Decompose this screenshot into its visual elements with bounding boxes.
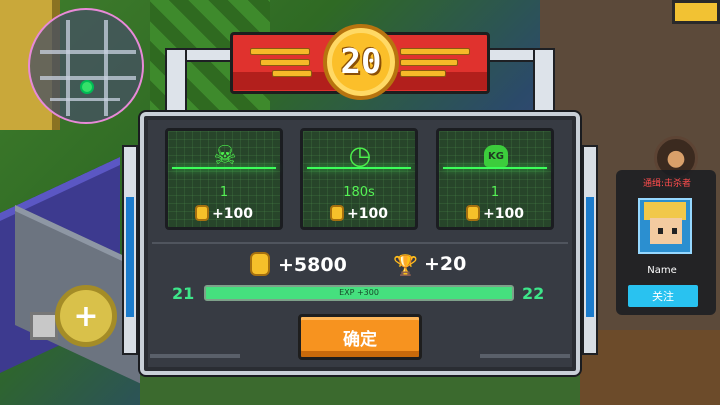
- bus-vehicle: [672, 0, 720, 24]
- kills-reward: +100: [168, 205, 280, 222]
- level-medal: 20: [323, 24, 399, 100]
- weight-value: 1: [490, 185, 500, 200]
- player-name: Name: [647, 265, 677, 276]
- total-trophies: +20: [424, 253, 467, 275]
- weight-stat-panel: KG 1 +100: [436, 128, 554, 230]
- crosshair-action-button[interactable]: +: [55, 285, 117, 347]
- pipe-leg-right: [533, 48, 555, 118]
- left-wing-icon: [250, 48, 320, 78]
- kills-value: 1: [219, 185, 229, 200]
- minimap[interactable]: [28, 8, 144, 124]
- kills-stat-panel: ☠ 1 +100: [165, 128, 283, 230]
- right-wing-icon: [400, 48, 470, 78]
- level-number: 20: [340, 42, 382, 82]
- coin-icon: [330, 205, 345, 221]
- item-slot-button[interactable]: [30, 312, 58, 340]
- coin-icon: [466, 205, 481, 221]
- exp-gain-label: EXP +300: [339, 288, 379, 297]
- coin-icon: [195, 205, 210, 221]
- stopwatch-icon: ◷: [348, 141, 372, 171]
- time-value: 180s: [343, 185, 375, 200]
- weight-reward: +100: [439, 205, 551, 222]
- kettlebell-icon: KG: [484, 145, 508, 167]
- time-stat-panel: ◷ 180s +100: [300, 128, 418, 230]
- player-location-marker: [82, 82, 92, 92]
- divider: [152, 242, 568, 244]
- trophy-icon: 🏆: [393, 253, 418, 277]
- current-level-label: 21: [172, 284, 195, 303]
- skull-crossbones-icon: ☠: [213, 141, 237, 171]
- wanted-label: 通缉:击杀者: [642, 179, 692, 189]
- dialog-pillar-left: [122, 145, 138, 355]
- level-banner: 20: [230, 20, 490, 106]
- character-silhouette-icon: ●: [666, 145, 686, 171]
- next-level-label: 22: [522, 284, 545, 303]
- time-reward: +100: [303, 205, 415, 222]
- pipe-leg-left: [165, 48, 187, 118]
- coin-icon: [250, 252, 270, 276]
- crosshair-icon: +: [73, 298, 99, 334]
- follow-button[interactable]: 关注: [628, 285, 698, 307]
- player-avatar: [638, 198, 692, 254]
- confirm-button[interactable]: 确定: [298, 314, 422, 360]
- dialog-pillar-right: [582, 145, 598, 355]
- grass-strip: [140, 375, 580, 405]
- total-coins: +5800: [250, 252, 347, 276]
